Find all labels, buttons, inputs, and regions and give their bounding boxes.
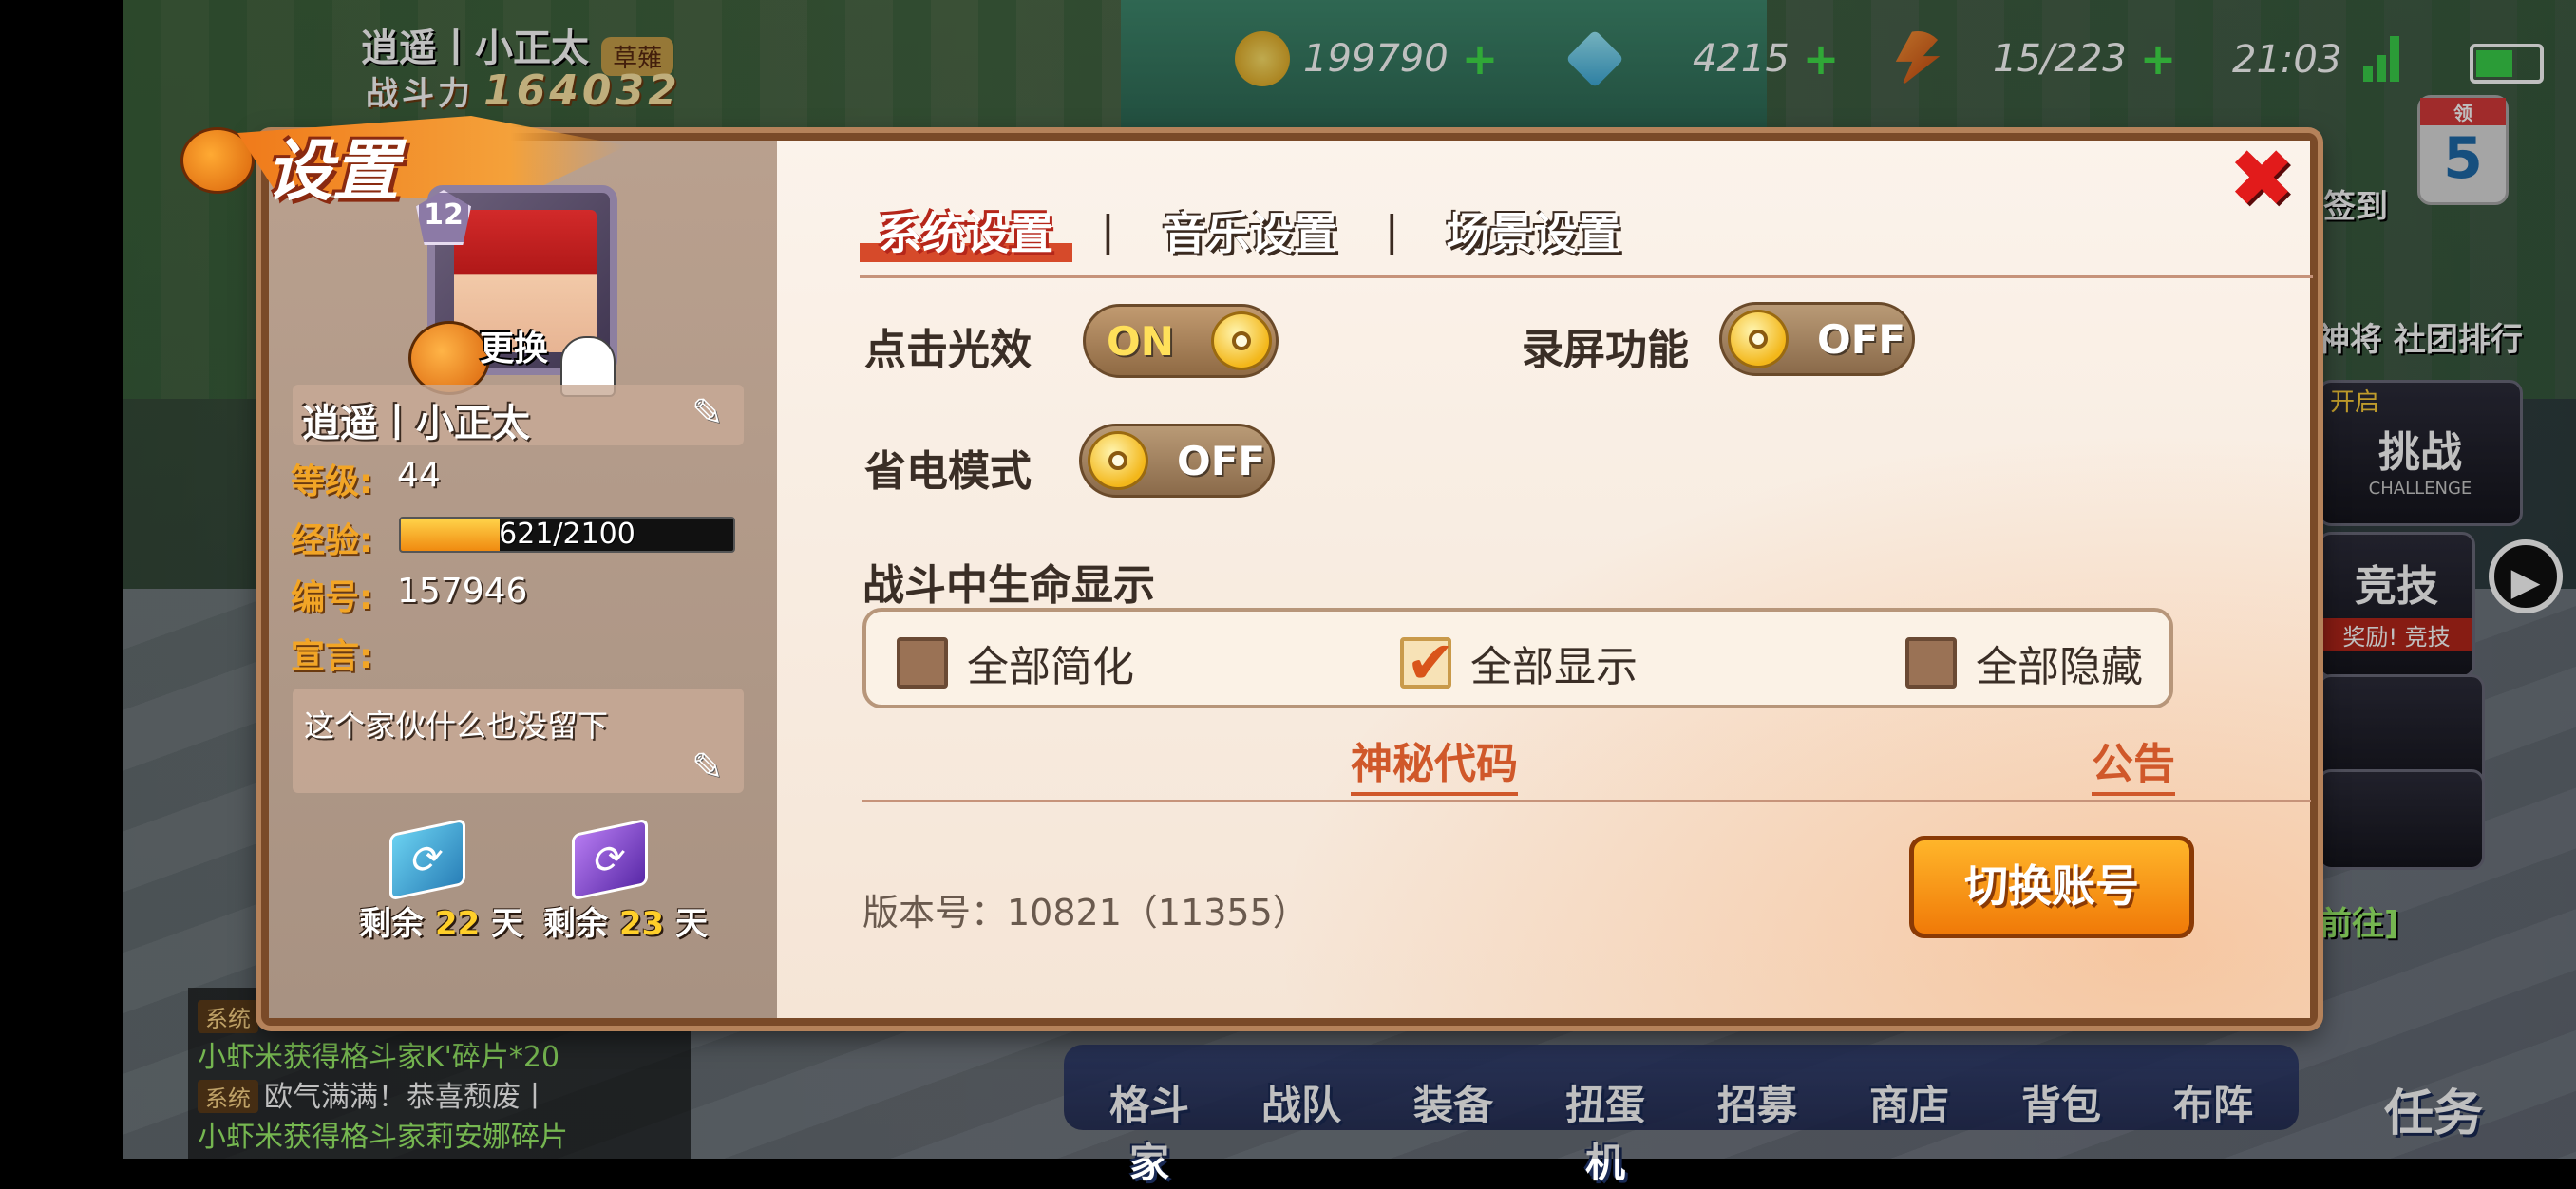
tab-separator: |: [1101, 206, 1115, 255]
card1-prefix: 剩余: [359, 905, 424, 943]
card2-prefix: 剩余: [543, 905, 608, 943]
checkbox[interactable]: [1905, 637, 1957, 689]
edit-motto-pencil-icon[interactable]: ✎: [691, 745, 733, 789]
settings-tabs: 系统设置 | 音乐设置 | 场景设置: [860, 199, 1640, 262]
edit-name-pencil-icon[interactable]: ✎: [691, 391, 733, 435]
hp-display-label: 战斗中生命显示: [862, 561, 1155, 610]
exp-progress-bar: 621/2100: [399, 517, 735, 553]
close-icon[interactable]: ✖: [2226, 139, 2298, 218]
card1-days: 22: [434, 905, 481, 943]
toggle-state-text: OFF: [1817, 316, 1906, 363]
id-label: 编号:: [291, 578, 373, 617]
toggle-knob: [1211, 311, 1272, 370]
tab-scene-settings[interactable]: 场景设置: [1428, 199, 1640, 262]
option-label: 全部隐藏: [1976, 643, 2143, 691]
player-name: 逍遥丨小正太: [302, 402, 530, 445]
motto-text: 这个家伙什么也没留下: [304, 708, 609, 744]
option-label: 全部简化: [967, 643, 1134, 691]
option-label: 全部显示: [1470, 643, 1638, 691]
card2-days: 23: [618, 905, 665, 943]
checkbox-checked[interactable]: [1400, 628, 1455, 697]
notice-link[interactable]: 公告: [2092, 729, 2175, 796]
card1-suffix: 天: [491, 905, 524, 943]
tab-divider: [860, 275, 2313, 278]
click-effect-toggle[interactable]: ON: [1083, 304, 1279, 378]
toggle-knob: [1088, 431, 1148, 490]
secret-code-link[interactable]: 神秘代码: [1351, 729, 1518, 796]
power-save-label: 省电模式: [864, 447, 1032, 496]
level-value: 44: [397, 456, 441, 495]
tab-system-settings[interactable]: 系统设置: [860, 199, 1072, 262]
card2-suffix: 天: [675, 905, 709, 943]
motto-label: 宣言:: [291, 637, 373, 676]
screen-record-label: 录屏功能: [1522, 326, 1689, 374]
toggle-knob: [1728, 310, 1789, 368]
player-name-row: 逍遥丨小正太: [293, 385, 744, 445]
dialog-title: 设置: [266, 132, 399, 210]
tab-separator: |: [1384, 206, 1399, 255]
level-label: 等级:: [291, 462, 373, 501]
hp-display-options: 全部简化 全部显示 全部隐藏: [862, 608, 2173, 708]
card1-days-remaining: 剩余 22 天: [359, 897, 523, 944]
section-divider: [862, 800, 2311, 802]
hp-option-hide-all[interactable]: 全部隐藏: [1905, 632, 2143, 693]
change-avatar-button[interactable]: 更换: [480, 321, 548, 370]
exp-text: 621/2100: [499, 518, 635, 551]
id-value: 157946: [397, 572, 528, 611]
hp-option-show-all[interactable]: 全部显示: [1400, 628, 1638, 697]
motto-box: 这个家伙什么也没留下: [293, 689, 744, 793]
exp-label: 经验:: [291, 521, 373, 560]
version-text: 版本号：10821（11355）: [862, 892, 1309, 934]
power-save-toggle[interactable]: OFF: [1079, 424, 1275, 498]
toggle-state-text: OFF: [1177, 438, 1266, 484]
checkbox[interactable]: [897, 637, 948, 689]
screen-record-toggle[interactable]: OFF: [1719, 302, 1915, 376]
switch-account-button[interactable]: 切换账号: [1909, 836, 2194, 938]
hp-option-simplify[interactable]: 全部简化: [897, 632, 1134, 693]
card2-days-remaining: 剩余 23 天: [543, 897, 708, 944]
click-effect-label: 点击光效: [864, 326, 1032, 374]
tab-music-settings[interactable]: 音乐设置: [1144, 199, 1356, 262]
toggle-state-text: ON: [1107, 318, 1174, 365]
